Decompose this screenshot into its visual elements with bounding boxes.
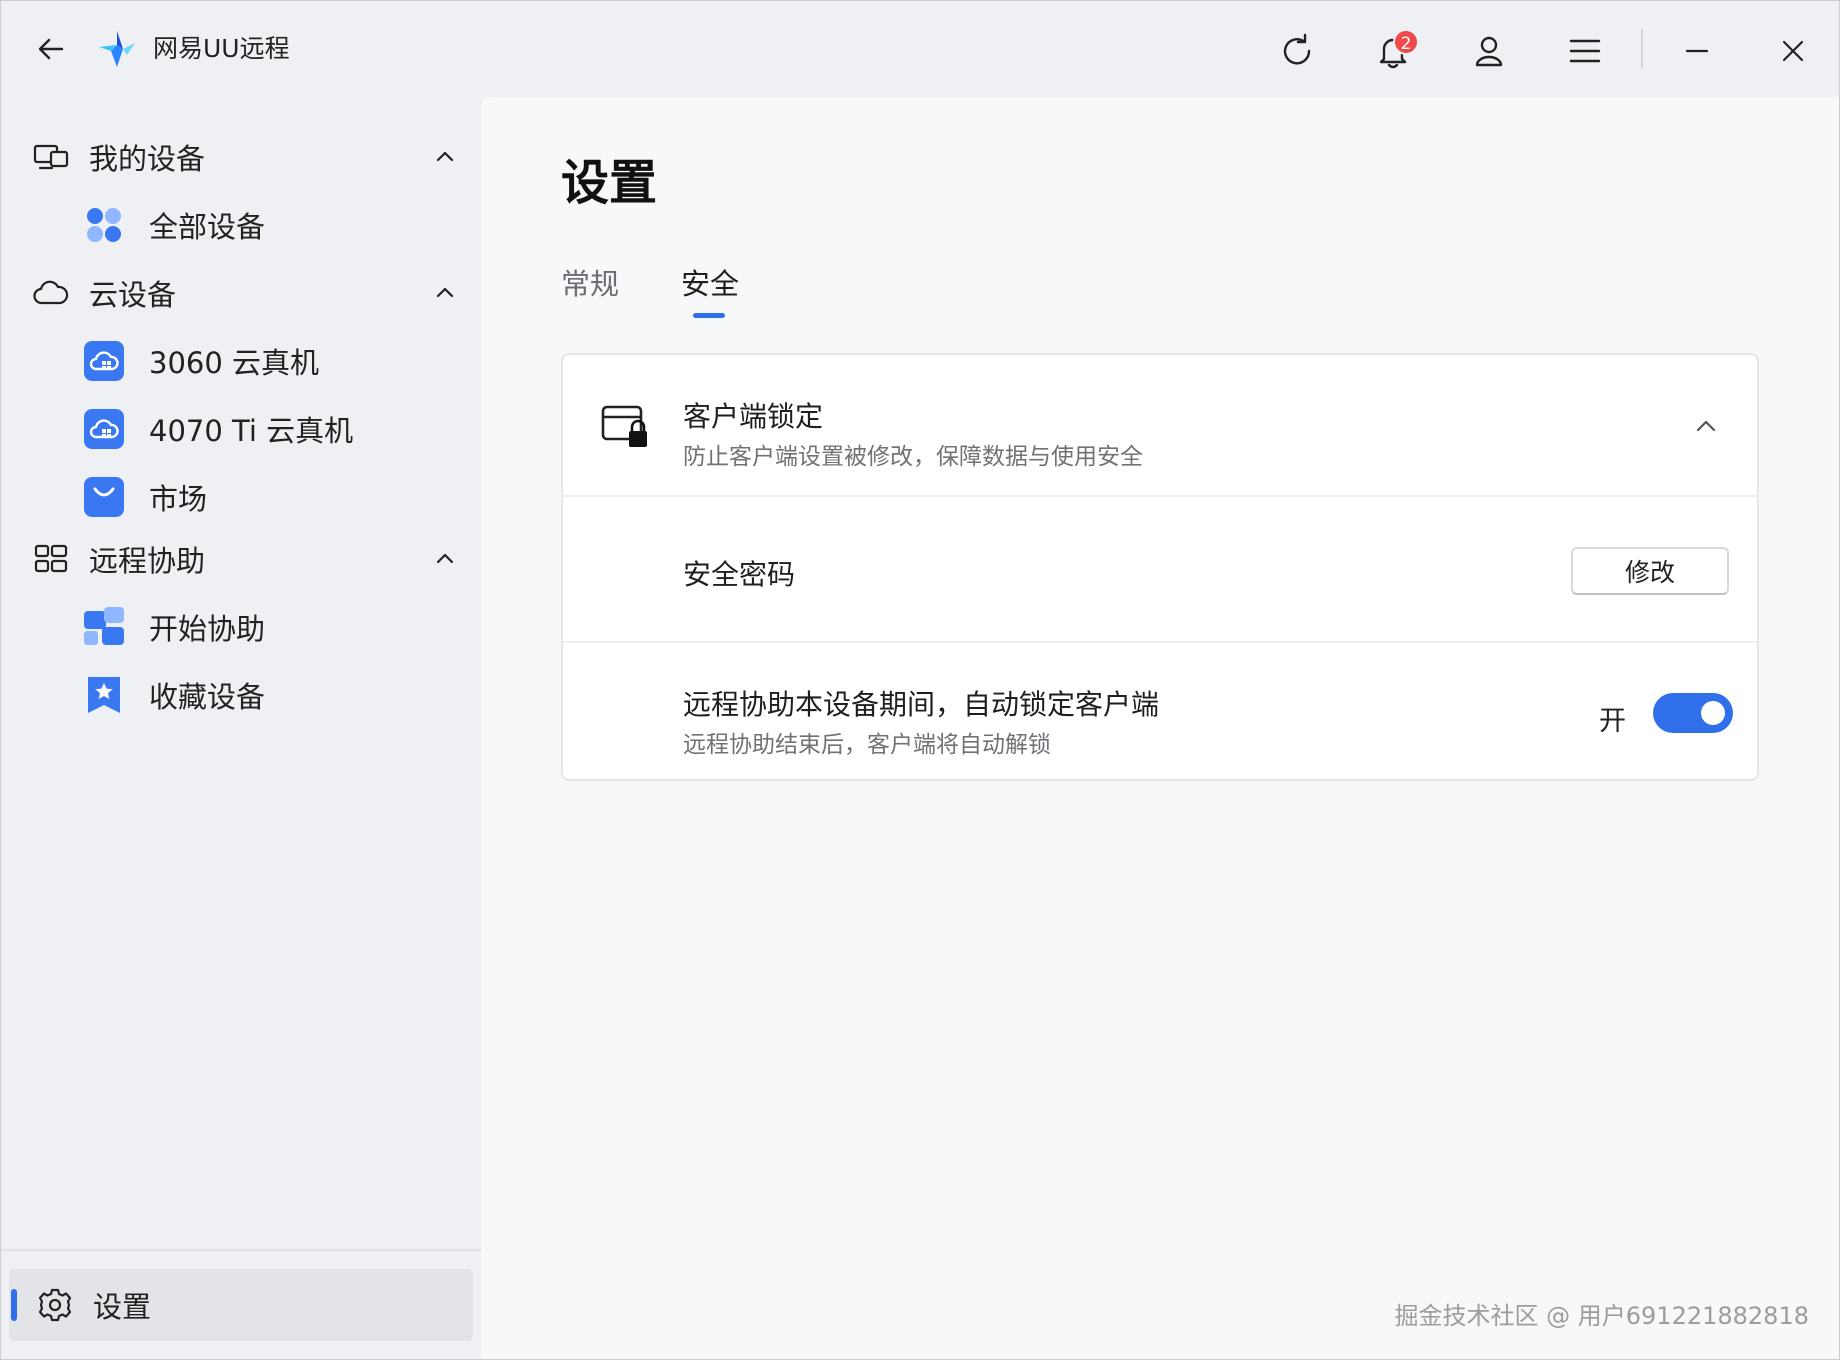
chevron-up-icon[interactable] (431, 143, 459, 171)
favorite-star-icon (83, 674, 125, 716)
toggle-state-label: 开 (1599, 706, 1626, 737)
menu-icon[interactable] (1559, 25, 1611, 77)
chevron-up-icon[interactable] (431, 279, 459, 307)
auto-lock-title: 远程协助本设备期间，自动锁定客户端 (683, 688, 1160, 721)
sidebar-item-label: 市场 (149, 482, 208, 516)
settings-panel: 设置 常规 安全 客户端锁定 防止客户端设置被修改，保障数据与使用安全 安全密码… (481, 97, 1839, 1359)
sidebar-item-cloud-3060[interactable]: 3060 云真机 (83, 333, 463, 389)
titlebar-divider (1641, 29, 1643, 69)
auto-lock-toggle[interactable] (1653, 693, 1733, 733)
title-bar: 网易UU远程 2 (1, 1, 1840, 97)
sidebar-item-start-assist[interactable]: 开始协助 (83, 599, 463, 655)
refresh-icon[interactable] (1271, 25, 1323, 77)
cloud-machine-icon (83, 340, 125, 382)
gear-icon (33, 1283, 77, 1327)
sidebar-group-label: 我的设备 (89, 142, 206, 176)
security-password-row: 安全密码 修改 (563, 499, 1757, 643)
sidebar-group-label: 远程协助 (89, 544, 206, 578)
sidebar-settings-label: 设置 (93, 1290, 152, 1324)
client-lock-header[interactable]: 客户端锁定 防止客户端设置被修改，保障数据与使用安全 (563, 355, 1757, 497)
app-window: 网易UU远程 2 我的设备 全部设备 云设备 3060 云真机 4070 Ti … (0, 0, 1840, 1360)
app-title: 网易UU远程 (153, 34, 290, 63)
sidebar-divider (1, 1249, 481, 1251)
all-devices-icon (83, 204, 125, 246)
notification-badge: 2 (1393, 29, 1419, 55)
sidebar-item-cloud-4070ti[interactable]: 4070 Ti 云真机 (83, 401, 463, 457)
sidebar: 我的设备 全部设备 云设备 3060 云真机 4070 Ti 云真机 市场 远程… (1, 97, 481, 1361)
sidebar-group-cloud-devices[interactable]: 云设备 (29, 265, 459, 321)
cloud-icon (29, 271, 73, 315)
client-lock-card: 客户端锁定 防止客户端设置被修改，保障数据与使用安全 安全密码 修改 远程协助本… (561, 353, 1759, 781)
sidebar-item-settings[interactable]: 设置 (9, 1269, 473, 1341)
sidebar-item-label: 开始协助 (149, 612, 266, 646)
watermark: 掘金技术社区 @ 用户691221882818 (1394, 1302, 1810, 1330)
devices-icon (29, 135, 73, 179)
back-arrow-icon[interactable] (31, 29, 71, 69)
chevron-up-icon[interactable] (431, 545, 459, 573)
start-assist-icon (83, 606, 125, 648)
cloud-machine-icon (83, 408, 125, 450)
user-icon[interactable] (1463, 25, 1515, 77)
security-password-label: 安全密码 (683, 558, 796, 591)
auto-lock-subtitle: 远程协助结束后，客户端将自动解锁 (683, 732, 1051, 758)
sidebar-item-favorite-devices[interactable]: 收藏设备 (83, 667, 463, 723)
sidebar-item-label: 4070 Ti 云真机 (149, 414, 354, 448)
sidebar-group-my-devices[interactable]: 我的设备 (29, 129, 459, 185)
close-icon[interactable] (1767, 25, 1819, 77)
tab-security[interactable]: 安全 (681, 261, 739, 303)
window-lock-icon (601, 405, 649, 449)
client-lock-title: 客户端锁定 (683, 400, 824, 433)
sidebar-item-all-devices[interactable]: 全部设备 (83, 197, 463, 253)
sidebar-item-label: 3060 云真机 (149, 346, 320, 380)
remote-assist-icon (29, 537, 73, 581)
page-title: 设置 (561, 155, 658, 211)
market-bag-icon (83, 476, 125, 518)
sidebar-item-market[interactable]: 市场 (83, 469, 463, 525)
tab-general[interactable]: 常规 (561, 261, 619, 303)
active-indicator (11, 1289, 17, 1321)
client-lock-subtitle: 防止客户端设置被修改，保障数据与使用安全 (683, 444, 1143, 470)
sidebar-group-label: 云设备 (89, 278, 177, 312)
sidebar-item-label: 收藏设备 (149, 680, 266, 714)
auto-lock-row: 远程协助本设备期间，自动锁定客户端 远程协助结束后，客户端将自动解锁 开 (563, 645, 1757, 781)
minimize-icon[interactable] (1671, 25, 1723, 77)
sidebar-group-remote-assist[interactable]: 远程协助 (29, 531, 459, 587)
active-tab-indicator (693, 313, 725, 318)
sidebar-item-label: 全部设备 (149, 210, 266, 244)
chevron-up-icon[interactable] (1691, 411, 1721, 441)
app-logo-icon (97, 29, 137, 69)
modify-password-button[interactable]: 修改 (1571, 547, 1729, 595)
toggle-knob (1701, 701, 1725, 725)
